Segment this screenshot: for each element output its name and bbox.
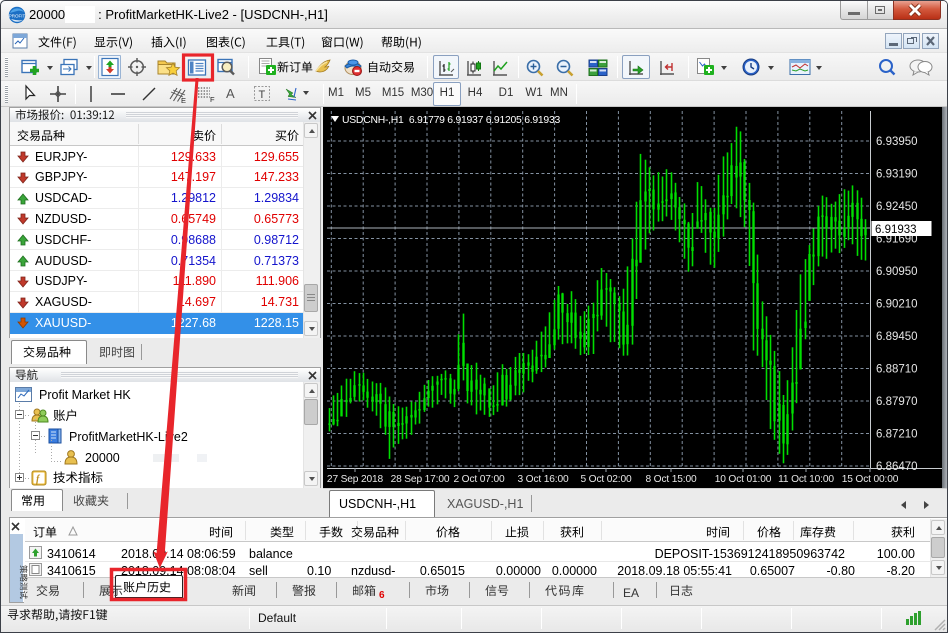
svg-text:USDCNH-,H1 6.91779 6.91937 6.: USDCNH-,H1 6.91779 6.91937 6.91205 6.919… [342,115,560,126]
svg-text:6.87970: 6.87970 [876,396,918,408]
svg-text:10 Oct 01:00: 10 Oct 01:00 [715,474,772,485]
svg-text:27 Sep 2018: 27 Sep 2018 [327,474,384,485]
svg-text:11 Oct 10:00: 11 Oct 10:00 [778,474,834,485]
svg-text:6.89450: 6.89450 [876,331,918,343]
svg-text:6.91933: 6.91933 [875,224,917,236]
svg-text:6.88710: 6.88710 [876,364,918,376]
svg-text:8 Oct 15:00: 8 Oct 15:00 [645,474,697,485]
svg-text:6.92450: 6.92450 [876,201,918,213]
svg-text:6.90210: 6.90210 [876,299,918,311]
svg-text:T: T [259,89,266,101]
svg-text:6.87210: 6.87210 [876,429,918,441]
svg-text:PROFIT: PROFIT [9,14,26,19]
svg-text:6.86470: 6.86470 [876,461,918,473]
svg-text:2 Oct 07:00: 2 Oct 07:00 [453,474,505,485]
svg-text:E: E [181,96,186,104]
svg-text:28 Sep 17:00: 28 Sep 17:00 [391,474,450,485]
svg-text:3 Oct 16:00: 3 Oct 16:00 [517,474,569,485]
svg-text:6.93950: 6.93950 [876,136,918,148]
svg-text:F: F [210,95,215,104]
svg-text:6.90950: 6.90950 [876,266,918,278]
svg-text:5 Oct 02:00: 5 Oct 02:00 [580,474,632,485]
svg-text:15 Oct 00:00: 15 Oct 00:00 [842,474,899,485]
svg-text:6.93190: 6.93190 [876,169,918,181]
